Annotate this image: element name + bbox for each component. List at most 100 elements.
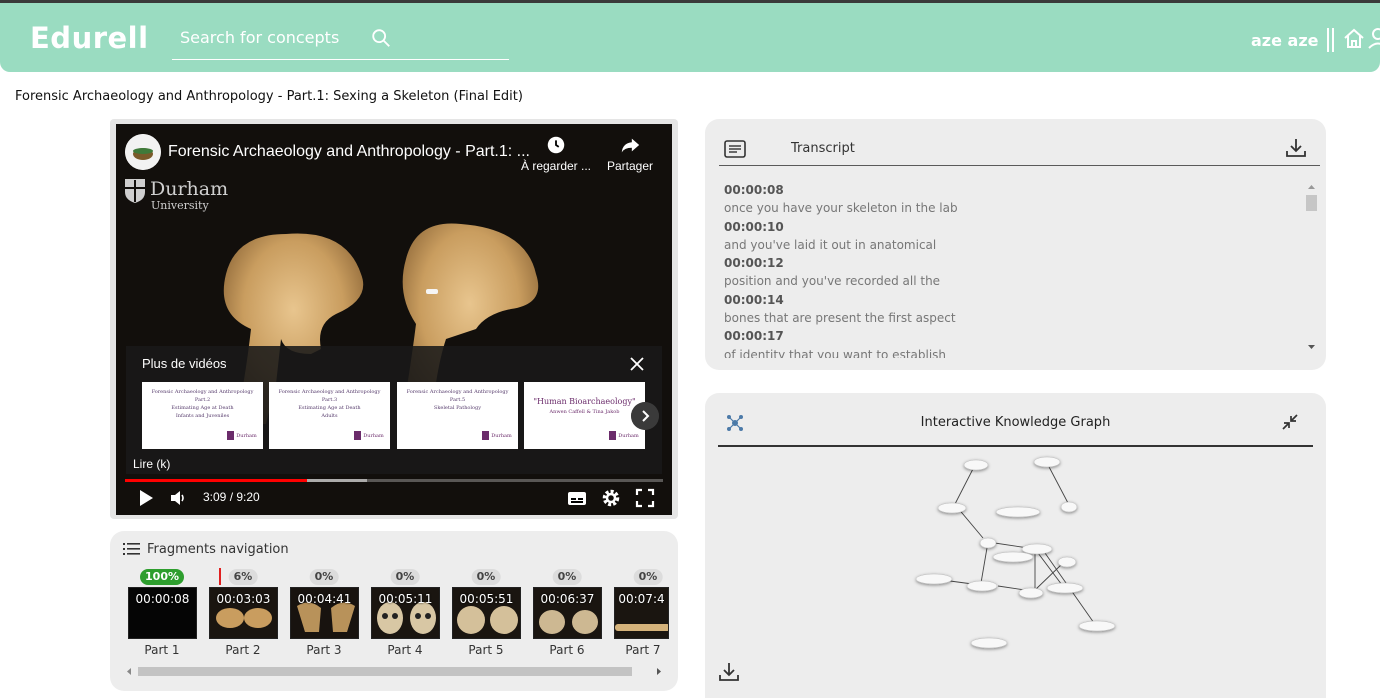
transcript-body[interactable]: 00:00:08 once you have your skeleton in … [724,181,1294,358]
share-icon [621,138,640,153]
transcript-timestamp[interactable]: 00:00:17 [724,327,1294,345]
suggested-video[interactable]: "Human Bioarchaeology" Anwen Caffell & T… [524,382,645,449]
transcript-scrollbar[interactable] [1304,181,1319,353]
thumb-line: Skeletal Pathology [433,405,482,411]
fragment-current-marker [219,568,221,585]
knowledge-graph-panel: Interactive Knowledge Graph [705,393,1326,698]
transcript-panel: Transcript 00:00:08 once you have your s… [705,119,1326,370]
collapse-icon[interactable] [1281,413,1299,431]
knowledge-graph-canvas[interactable] [705,448,1326,668]
share-label: Partager [606,159,654,173]
crest-text: Durham [363,433,384,439]
fragment-item[interactable]: 0% 00:06:37 Part 6 [531,569,603,661]
next-arrow-icon[interactable] [631,402,659,430]
thumb-line: Estimating Age at Death [171,405,234,411]
home-icon[interactable] [1342,27,1366,51]
search-input[interactable] [180,28,360,47]
share-button[interactable]: Partager [604,134,656,173]
watermark-university: University [151,199,209,212]
suggested-video[interactable]: Forensic Archaeology and Anthropology Pa… [142,382,263,449]
fragment-time: 00:07:4 [618,592,665,606]
fragment-progress-badge: 0% [633,569,663,585]
transcript-line: of identity that you want to establish [724,347,947,358]
fragment-time: 00:00:08 [135,592,190,606]
video-player[interactable]: Forensic Archaeology and Anthropology - … [116,124,672,515]
fragment-item[interactable]: 0% 00:05:11 Part 4 [369,569,441,661]
transcript-line: once you have your skeleton in the lab [724,201,958,216]
scroll-right-icon[interactable] [655,667,663,676]
progress-bar[interactable] [125,479,663,482]
fragment-label: Part 7 [625,643,661,657]
fragment-item[interactable]: 100% 00:00:08 Part 1 [126,569,198,661]
fragments-title: Fragments navigation [147,542,289,557]
suggested-video[interactable]: Forensic Archaeology and Anthropology Pa… [397,382,518,449]
transcript-timestamp[interactable]: 00:00:08 [724,181,1294,199]
thumb-crest: Durham [354,431,384,445]
fragment-progress-badge: 0% [471,569,501,585]
fragment-label: Part 4 [387,643,423,657]
fragment-item[interactable]: 0% 00:04:41 Part 3 [288,569,360,661]
thumb-crest: Durham [227,431,257,445]
transcript-line: and you've laid it out in anatomical [724,237,937,252]
user-name[interactable]: aze aze [1251,31,1319,50]
thumb-crest: Durham [482,431,512,445]
transcript-icon [724,140,746,158]
time-display: 3:09 / 9:20 [203,490,260,504]
fragment-thumbnail: 00:07:4 [614,587,669,639]
thumb-line: Anwen Caffell & Tina Jakob [549,409,620,415]
fragment-item[interactable]: 0% 00:07:4 Part 7 [612,569,684,661]
watch-later-label: À regarder ... [520,159,592,173]
fragment-time: 00:04:41 [297,592,352,606]
video-title[interactable]: Forensic Archaeology and Anthropology - … [168,143,530,161]
transcript-timestamp[interactable]: 00:00:10 [724,218,1294,236]
settings-gear-icon[interactable] [601,488,621,508]
fragment-progress-badge: 6% [228,569,258,585]
user-icon[interactable] [1368,27,1380,51]
thumb-line: Part.3 [321,397,338,403]
fragment-time: 00:03:03 [216,592,271,606]
fragments-scrollbar[interactable] [125,665,665,677]
fragment-item[interactable]: 0% 00:05:51 Part 5 [450,569,522,661]
thumb-line: Infants and Juveniles [175,413,230,419]
transcript-line: bones that are present the first aspect [724,311,956,326]
play-icon[interactable] [136,488,156,508]
search-icon[interactable] [370,27,392,49]
channel-avatar[interactable] [125,134,161,170]
fragment-time: 00:05:11 [378,592,433,606]
play-tooltip: Lire (k) [133,457,171,471]
divider-icon [1327,28,1334,52]
crest-text: Durham [618,433,639,439]
scrollbar-thumb[interactable] [138,667,632,676]
fragment-thumbnail: 00:04:41 [290,587,359,639]
more-videos-title: Plus de vidéos [142,356,227,371]
crest-text: Durham [491,433,512,439]
clock-icon [547,136,565,154]
close-icon[interactable] [629,356,645,372]
scroll-left-icon[interactable] [125,667,133,676]
watermark-name: Durham [150,178,229,200]
fragment-label: Part 2 [225,643,261,657]
list-icon [123,543,140,555]
thumb-line: Forensic Archaeology and Anthropology [151,389,254,395]
fragment-label: Part 1 [144,643,180,657]
graph-divider [718,445,1313,447]
more-videos-overlay: Plus de vidéos Forensic Archaeology and … [126,346,662,474]
transcript-timestamp[interactable]: 00:00:12 [724,254,1294,272]
transcript-timestamp[interactable]: 00:00:14 [724,291,1294,309]
download-icon[interactable] [1285,137,1307,159]
graph-title: Interactive Knowledge Graph [920,415,1111,430]
fragment-item[interactable]: 6% 00:03:03 Part 2 [207,568,279,661]
download-icon[interactable] [718,661,740,683]
fragment-progress-badge: 100% [140,569,184,585]
subtitles-icon[interactable] [567,488,587,508]
page-title: Forensic Archaeology and Anthropology - … [15,89,523,104]
search-bar [172,23,509,60]
suggested-video[interactable]: Forensic Archaeology and Anthropology Pa… [269,382,390,449]
fragment-thumbnail: 00:03:03 [209,587,278,639]
volume-icon[interactable] [169,488,189,508]
fullscreen-icon[interactable] [635,488,655,508]
thumb-line: Forensic Archaeology and Anthropology [278,389,381,395]
watch-later-button[interactable]: À regarder ... [520,134,592,173]
transcript-title: Transcript [791,141,855,156]
app-logo[interactable]: Edurell [30,21,149,55]
